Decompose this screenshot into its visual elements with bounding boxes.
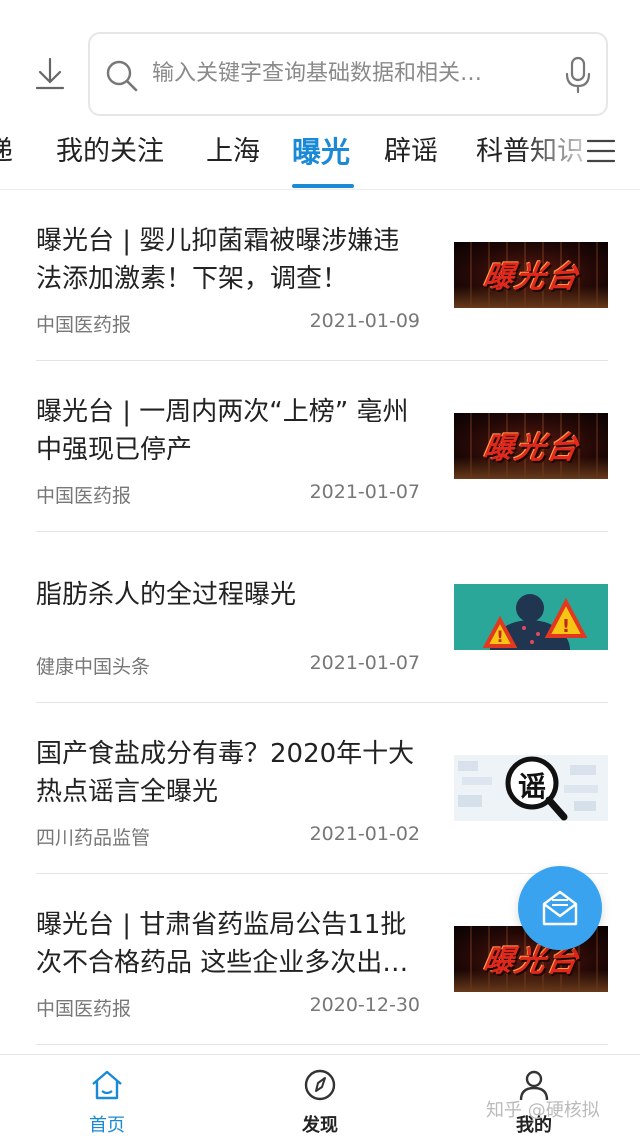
divider: [36, 1044, 608, 1045]
tab-rumor[interactable]: 辟谣: [384, 122, 438, 182]
nav-discover[interactable]: 发现: [270, 1063, 370, 1136]
watermark: 知乎 @硬核拟: [486, 1100, 600, 1121]
news-source: 中国医药报: [36, 314, 132, 336]
thumbnail-text: 曝光台: [480, 431, 583, 466]
news-source: 四川药品监管: [36, 827, 151, 849]
thumbnail-text: 曝光台: [480, 260, 583, 295]
news-thumbnail[interactable]: ! !: [454, 584, 608, 650]
news-date: 2021-01-09: [309, 310, 420, 332]
news-date: 2020-12-30: [309, 994, 420, 1016]
nav-label: 首页: [89, 1115, 125, 1136]
news-date: 2021-01-07: [309, 652, 420, 674]
download-icon[interactable]: [28, 52, 72, 96]
news-title[interactable]: 国产食盐成分有毒？2020年十大热点谣言全曝光: [36, 735, 420, 811]
menu-icon[interactable]: [586, 136, 616, 166]
search-input[interactable]: 输入关键字查询基础数据和相关…: [152, 34, 552, 114]
news-thumbnail[interactable]: 曝光台: [454, 413, 608, 479]
news-item[interactable]: 脂肪杀人的全过程曝光 健康中国头条 2021-01-07 ! !: [0, 532, 640, 703]
svg-text:!: !: [562, 616, 570, 637]
news-source: 中国医药报: [36, 485, 132, 507]
svg-text:!: !: [496, 627, 503, 646]
tabs-fade: [520, 122, 640, 182]
tab-exposure[interactable]: 曝光: [292, 122, 350, 182]
envelope-icon: [542, 890, 578, 926]
news-source: 中国医药报: [36, 998, 132, 1020]
news-thumbnail[interactable]: 曝光台: [454, 242, 608, 308]
news-item[interactable]: 曝光台 | 一周内两次“上榜” 亳州中强现已停产 中国医药报 2021-01-0…: [0, 361, 640, 532]
thumbnail-text: 谣: [517, 770, 546, 803]
news-item[interactable]: 曝光台 | 婴儿抑菌霜被曝涉嫌违法添加激素！下架，调查！ 中国医药报 2021-…: [0, 190, 640, 361]
news-item[interactable]: 国产食盐成分有毒？2020年十大热点谣言全曝光 四川药品监管 2021-01-0…: [0, 703, 640, 874]
warning-body-image: ! !: [454, 584, 608, 650]
bottom-navigation: 首页 发现 我的: [0, 1054, 640, 1136]
news-title[interactable]: 曝光台 | 婴儿抑菌霜被曝涉嫌违法添加激素！下架，调查！: [36, 222, 420, 298]
nav-label: 发现: [302, 1115, 338, 1136]
tab-partial[interactable]: 递: [0, 122, 13, 182]
news-title[interactable]: 脂肪杀人的全过程曝光: [36, 576, 420, 614]
news-date: 2021-01-07: [309, 481, 420, 503]
news-title[interactable]: 曝光台 | 一周内两次“上榜” 亳州中强现已停产: [36, 393, 420, 469]
compass-icon: [304, 1069, 336, 1101]
tab-shanghai[interactable]: 上海: [206, 122, 260, 182]
home-icon: [92, 1070, 122, 1100]
microphone-icon[interactable]: [564, 56, 592, 94]
active-tab-indicator: [292, 184, 354, 188]
news-thumbnail[interactable]: 谣: [454, 755, 608, 821]
news-date: 2021-01-02: [309, 823, 420, 845]
message-fab-button[interactable]: [518, 866, 602, 950]
search-bar[interactable]: 输入关键字查询基础数据和相关…: [88, 32, 608, 116]
nav-home[interactable]: 首页: [57, 1063, 157, 1136]
tab-my-follow[interactable]: 我的关注: [56, 122, 164, 182]
news-source: 健康中国头条: [36, 656, 151, 678]
news-title[interactable]: 曝光台 | 甘肃省药监局公告11批次不合格药品 这些企业多次出…: [36, 906, 420, 982]
search-icon: [106, 60, 138, 92]
